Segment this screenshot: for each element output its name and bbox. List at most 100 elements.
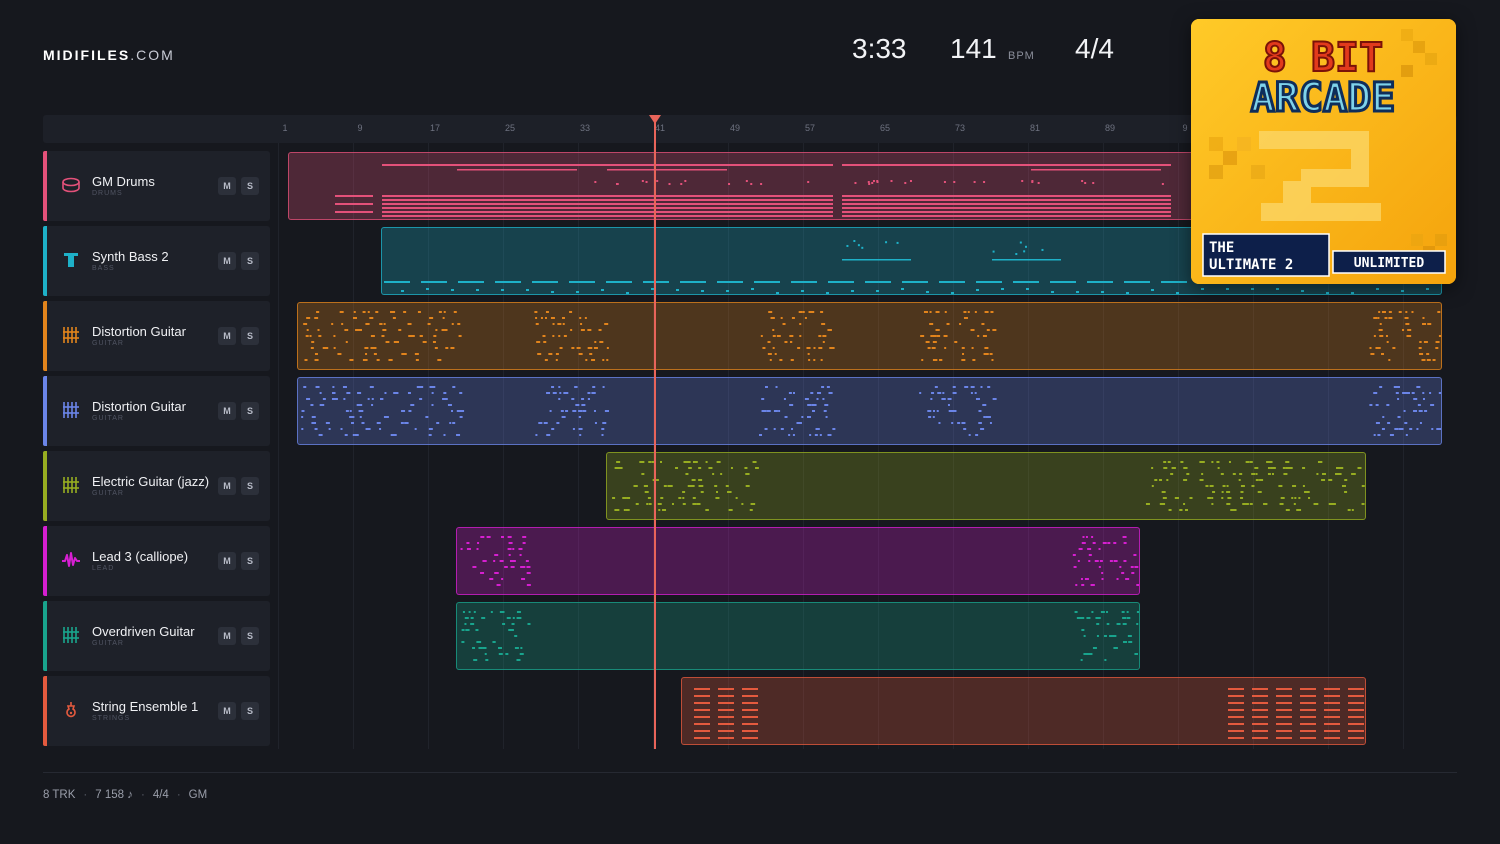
tempo-unit: BPM [1008, 50, 1035, 62]
note-pattern [301, 386, 1441, 436]
track-color-bar [43, 301, 47, 371]
ruler-bar-label: 25 [504, 123, 516, 133]
ruler-bar-label: 9 [357, 123, 363, 133]
track-header[interactable]: Distortion Guitar GUITAR M S [43, 301, 270, 371]
mute-button[interactable]: M [218, 402, 236, 420]
time-signature-display: 4/4 [1075, 33, 1114, 64]
midi-standard: GM [188, 789, 208, 801]
solo-button[interactable]: S [241, 477, 259, 495]
guitar-icon [61, 475, 81, 495]
track-color-bar [43, 676, 47, 746]
ruler-bar-label: 1 [282, 123, 288, 133]
track-header[interactable]: GM Drums DRUMS M S [43, 151, 270, 221]
album-cover: 8 BIT ARCADE THE ULTIMATE 2 UNLIMITED [1191, 19, 1456, 284]
track-clip[interactable] [456, 602, 1140, 670]
track-name: Electric Guitar (jazz) [92, 474, 210, 489]
track-header[interactable]: Synth Bass 2 BASS M S [43, 226, 270, 296]
file-summary: 8 TRK · 7 158 ♪ · 4/4 · GM [43, 789, 208, 801]
track-category: GUITAR [92, 490, 124, 497]
track-name: String Ensemble 1 [92, 699, 199, 714]
track-clip[interactable] [297, 377, 1442, 445]
track-category: STRINGS [92, 715, 131, 722]
mute-button[interactable]: M [218, 477, 236, 495]
album-subtitle-c: UNLIMITED [1354, 256, 1425, 271]
track-category: GUITAR [92, 640, 124, 647]
solo-button[interactable]: S [241, 627, 259, 645]
playhead-marker[interactable] [649, 115, 661, 124]
tempo-display: 141 [950, 33, 997, 64]
ruler-bar-label: 65 [879, 123, 891, 133]
track-name: Synth Bass 2 [92, 249, 169, 264]
track-category: GUITAR [92, 340, 124, 347]
track-clip[interactable] [456, 527, 1140, 595]
ruler-bar-label: 57 [804, 123, 816, 133]
track-color-bar [43, 151, 47, 221]
solo-button[interactable]: S [241, 252, 259, 270]
track-clip[interactable] [606, 452, 1366, 520]
ruler-bar-label: 73 [954, 123, 966, 133]
ruler-bar-label: 81 [1029, 123, 1041, 133]
track-category: LEAD [92, 565, 115, 572]
ruler-bar-label: 41 [654, 123, 666, 133]
guitar-icon [61, 325, 81, 345]
track-name: Overdriven Guitar [92, 624, 195, 639]
bass-icon [61, 250, 81, 270]
track-name: Lead 3 (calliope) [92, 549, 189, 564]
note-pattern [461, 611, 1139, 661]
solo-button[interactable]: S [241, 702, 259, 720]
track-name: Distortion Guitar [92, 324, 186, 339]
track-header[interactable]: Overdriven Guitar GUITAR M S [43, 601, 270, 671]
track-color-bar [43, 226, 47, 296]
mute-button[interactable]: M [218, 552, 236, 570]
bar-gridline [353, 143, 354, 749]
waveform-icon [61, 550, 81, 570]
track-header[interactable]: Distortion Guitar GUITAR M S [43, 376, 270, 446]
track-count: 8 TRK [43, 789, 76, 801]
ruler-bar-label: 17 [429, 123, 441, 133]
solo-button[interactable]: S [241, 327, 259, 345]
solo-button[interactable]: S [241, 177, 259, 195]
logo-bold: MIDIFILES [43, 47, 131, 63]
footer-signature: 4/4 [152, 789, 169, 801]
note-count: 7 158 ♪ [95, 789, 133, 801]
note-pattern [612, 461, 1365, 511]
mute-button[interactable]: M [218, 252, 236, 270]
album-title-line2: ARCADE [1251, 75, 1396, 121]
track-header[interactable]: String Ensemble 1 STRINGS M S [43, 676, 270, 746]
drum-icon [61, 175, 81, 195]
guitar-icon [61, 625, 81, 645]
track-header[interactable]: Lead 3 (calliope) LEAD M S [43, 526, 270, 596]
album-art: 8 BIT ARCADE THE ULTIMATE 2 UNLIMITED [1191, 19, 1456, 284]
track-category: GUITAR [92, 415, 124, 422]
track-clip[interactable] [297, 302, 1442, 370]
track-color-bar [43, 601, 47, 671]
playhead[interactable] [654, 122, 656, 749]
solo-button[interactable]: S [241, 552, 259, 570]
violin-icon [61, 700, 81, 720]
mute-button[interactable]: M [218, 627, 236, 645]
mute-button[interactable]: M [218, 702, 236, 720]
track-color-bar [43, 451, 47, 521]
logo-light: .COM [130, 47, 175, 63]
track-name: Distortion Guitar [92, 399, 186, 414]
mute-button[interactable]: M [218, 327, 236, 345]
bar-gridline [278, 143, 279, 749]
track-category: DRUMS [92, 190, 123, 197]
note-pattern [303, 311, 1441, 361]
album-subtitle-b: ULTIMATE 2 [1209, 257, 1293, 273]
note-pattern [694, 688, 1364, 739]
ruler-bar-label: 89 [1104, 123, 1116, 133]
footer-divider [43, 772, 1457, 773]
ruler-bar-label: 49 [729, 123, 741, 133]
solo-button[interactable]: S [241, 402, 259, 420]
track-clip[interactable] [681, 677, 1366, 745]
site-logo[interactable]: MIDIFILES.COM [43, 47, 175, 63]
note-pattern [460, 536, 1139, 586]
track-color-bar [43, 526, 47, 596]
track-color-bar [43, 376, 47, 446]
time-display: 3:33 [852, 33, 907, 64]
track-header[interactable]: Electric Guitar (jazz) GUITAR M S [43, 451, 270, 521]
mute-button[interactable]: M [218, 177, 236, 195]
track-name: GM Drums [92, 174, 155, 189]
track-category: BASS [92, 265, 115, 272]
